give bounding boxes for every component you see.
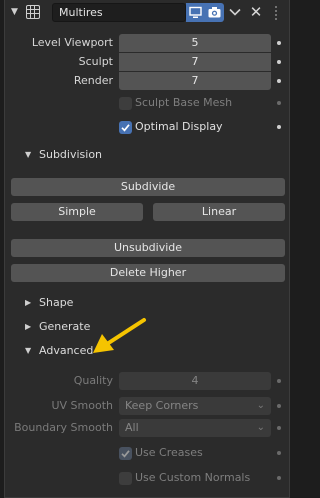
drag-handle-icon[interactable] bbox=[271, 4, 281, 20]
boundary-smooth-value: All bbox=[125, 421, 139, 434]
level-viewport-field[interactable]: 5 bbox=[119, 34, 271, 52]
shape-expand-icon[interactable]: ▶ bbox=[25, 298, 35, 308]
sculpt-level-label: Sculpt bbox=[78, 55, 113, 68]
use-custom-normals-checkbox[interactable] bbox=[119, 472, 132, 485]
subdivision-expand-icon[interactable]: ▼ bbox=[25, 150, 35, 160]
checkmark-icon bbox=[121, 450, 130, 458]
optimal-display-label: Optimal Display bbox=[135, 120, 223, 133]
optimal-display-checkbox[interactable] bbox=[119, 121, 132, 134]
monitor-icon bbox=[189, 6, 202, 18]
unsubdivide-button[interactable]: Unsubdivide bbox=[11, 239, 285, 257]
animate-property-icon[interactable] bbox=[277, 79, 281, 83]
animate-property-icon bbox=[277, 379, 281, 383]
level-viewport-label: Level Viewport bbox=[31, 36, 113, 49]
annotation-arrow-icon bbox=[93, 318, 146, 353]
collapse-chevron-icon[interactable]: ▼ bbox=[11, 7, 21, 17]
subdivision-section-title[interactable]: Subdivision bbox=[39, 147, 102, 163]
generate-section-title[interactable]: Generate bbox=[39, 319, 90, 335]
animate-property-icon bbox=[277, 476, 281, 480]
sculpt-base-mesh-checkbox[interactable] bbox=[119, 97, 132, 110]
use-creases-label: Use Creases bbox=[135, 446, 203, 459]
show-in-render-toggle[interactable] bbox=[205, 3, 224, 22]
multires-modifier-icon bbox=[26, 5, 40, 19]
animate-property-icon[interactable] bbox=[277, 41, 281, 45]
uv-smooth-dropdown[interactable]: Keep Corners ⌄ bbox=[119, 397, 271, 415]
use-custom-normals-label: Use Custom Normals bbox=[135, 471, 251, 484]
shape-section-title[interactable]: Shape bbox=[39, 295, 73, 311]
uv-smooth-label: UV Smooth bbox=[51, 399, 113, 412]
linear-button[interactable]: Linear bbox=[153, 203, 285, 221]
modifier-options-dropdown-icon[interactable] bbox=[228, 5, 242, 19]
advanced-section-title[interactable]: Advanced bbox=[39, 343, 93, 359]
animate-property-icon bbox=[277, 426, 281, 430]
generate-expand-icon[interactable]: ▶ bbox=[25, 322, 35, 332]
animate-property-icon[interactable] bbox=[277, 60, 281, 64]
advanced-expand-icon[interactable]: ▼ bbox=[25, 346, 35, 356]
quality-label: Quality bbox=[73, 374, 113, 387]
uv-smooth-value: Keep Corners bbox=[125, 399, 199, 412]
render-level-label: Render bbox=[73, 74, 113, 87]
animate-property-icon bbox=[277, 451, 281, 455]
chevron-down-icon: ⌄ bbox=[256, 422, 265, 433]
multires-modifier-panel: ▼ Multires ✕ Level Viewport 5 Sculpt 7 R… bbox=[4, 0, 290, 498]
chevron-down-icon: ⌄ bbox=[256, 400, 265, 411]
subdivide-button[interactable]: Subdivide bbox=[11, 178, 285, 196]
animate-property-icon bbox=[277, 404, 281, 408]
animate-property-icon[interactable] bbox=[277, 125, 281, 129]
boundary-smooth-label: Boundary Smooth bbox=[14, 421, 113, 434]
camera-icon bbox=[208, 7, 221, 18]
use-creases-checkbox[interactable] bbox=[119, 447, 132, 460]
render-level-field[interactable]: 7 bbox=[119, 72, 271, 90]
quality-field[interactable]: 4 bbox=[119, 372, 271, 390]
checkmark-icon bbox=[121, 124, 130, 132]
simple-button[interactable]: Simple bbox=[11, 203, 143, 221]
delete-higher-button[interactable]: Delete Higher bbox=[11, 264, 285, 282]
modifier-name-field[interactable]: Multires bbox=[52, 3, 186, 22]
sculpt-level-field[interactable]: 7 bbox=[119, 53, 271, 71]
close-icon[interactable]: ✕ bbox=[248, 3, 264, 21]
animate-property-icon bbox=[277, 101, 281, 105]
sculpt-base-mesh-label: Sculpt Base Mesh bbox=[135, 96, 233, 109]
show-in-viewport-toggle[interactable] bbox=[186, 3, 205, 22]
boundary-smooth-dropdown[interactable]: All ⌄ bbox=[119, 419, 271, 437]
